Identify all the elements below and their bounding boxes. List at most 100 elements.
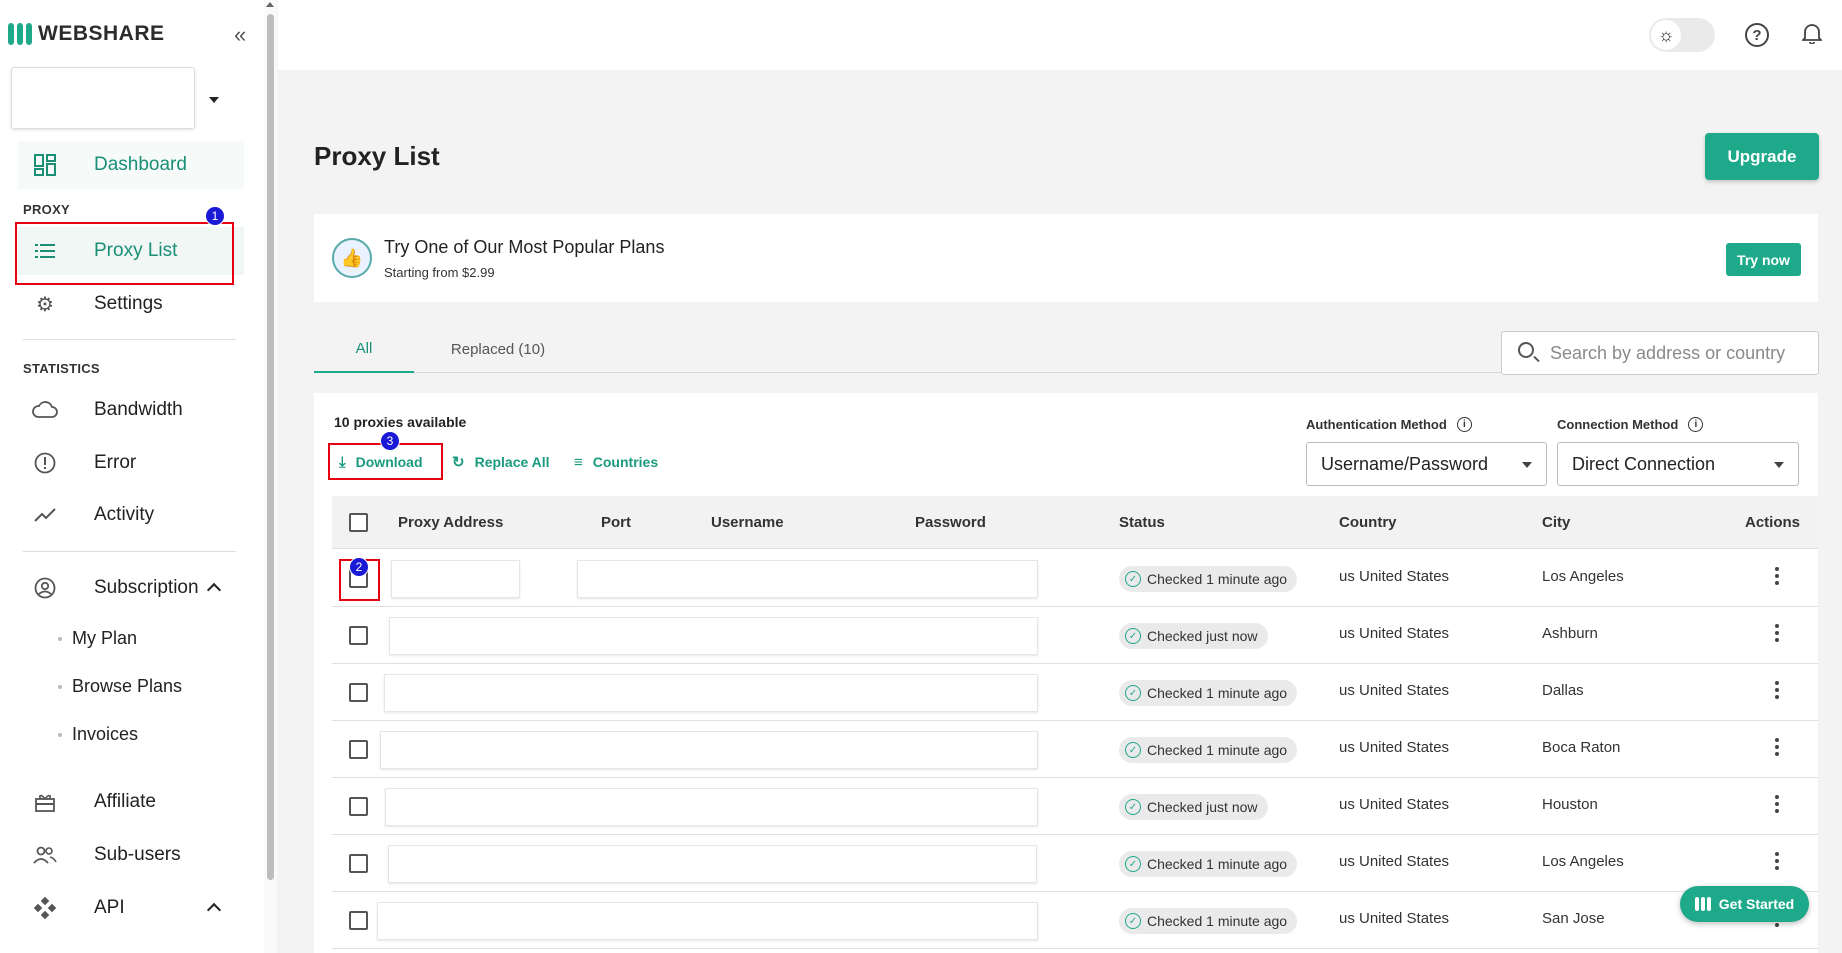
more-actions-icon[interactable] xyxy=(1774,681,1780,699)
row-checkbox[interactable] xyxy=(349,626,368,645)
dropdown-caret-icon xyxy=(1522,462,1532,468)
account-circle-icon xyxy=(32,575,58,601)
table-row[interactable]: ✓ Checked 1 minute ago us United States D… xyxy=(332,664,1818,721)
help-icon[interactable]: ? xyxy=(1745,23,1769,47)
sidebar-item-label: API xyxy=(94,897,125,918)
sidebar-scrollbar[interactable] xyxy=(264,0,277,953)
search-icon xyxy=(1518,342,1534,358)
sidebar-item-affiliate[interactable]: Affiliate xyxy=(18,778,244,826)
account-dropdown-caret-icon[interactable] xyxy=(209,97,219,103)
sidebar-item-error[interactable]: Error xyxy=(18,439,244,487)
sidebar-subitem-label: Browse Plans xyxy=(72,676,183,696)
row-checkbox[interactable] xyxy=(349,911,368,930)
sidebar-item-activity[interactable]: Activity xyxy=(18,491,244,539)
more-actions-icon[interactable] xyxy=(1774,795,1780,813)
check-circle-icon: ✓ xyxy=(1125,571,1141,587)
table-row[interactable]: ✓ Checked 1 minute ago us United States L… xyxy=(332,835,1818,892)
status-badge: ✓ Checked just now xyxy=(1119,794,1268,820)
table-row[interactable]: ✓ Checked 1 minute ago us United States S… xyxy=(332,892,1818,949)
scroll-up-arrow-icon[interactable] xyxy=(266,2,274,7)
replace-all-label: Replace All xyxy=(474,454,550,470)
sidebar-item-label: Sub-users xyxy=(94,844,181,865)
scrollbar-thumb[interactable] xyxy=(267,14,274,880)
check-circle-icon: ✓ xyxy=(1125,628,1141,644)
theme-toggle[interactable]: ☼ xyxy=(1649,18,1715,52)
column-header-port[interactable]: Port xyxy=(601,496,631,549)
check-circle-icon: ✓ xyxy=(1125,856,1141,872)
sidebar-item-label: Settings xyxy=(94,293,163,314)
sidebar-subitem-label: Invoices xyxy=(72,724,139,744)
account-selector[interactable] xyxy=(11,67,195,129)
annotation-badge-1: 1 xyxy=(205,206,225,226)
more-actions-icon[interactable] xyxy=(1774,852,1780,870)
connection-method-select[interactable]: Direct Connection xyxy=(1557,442,1799,486)
city-cell: Los Angeles xyxy=(1542,853,1624,870)
tab-replaced[interactable]: Replaced (10) xyxy=(414,325,582,373)
promo-title: Try One of Our Most Popular Plans xyxy=(384,237,665,257)
column-header-status[interactable]: Status xyxy=(1119,496,1165,549)
dashboard-icon xyxy=(32,152,58,178)
status-badge: ✓ Checked 1 minute ago xyxy=(1119,680,1298,706)
sidebar-subitem-invoices[interactable]: Invoices xyxy=(58,724,138,745)
promo-banner: 👍 Try One of Our Most Popular Plans Star… xyxy=(314,214,1818,302)
status-text: Checked 1 minute ago xyxy=(1147,742,1288,758)
replace-all-button[interactable]: ↻ Replace All xyxy=(452,449,550,475)
more-actions-icon[interactable] xyxy=(1774,624,1780,642)
upgrade-button[interactable]: Upgrade xyxy=(1705,133,1819,180)
row-checkbox[interactable] xyxy=(349,683,368,702)
table-row[interactable]: ✓ Checked 1 minute ago us United States L… xyxy=(332,550,1818,607)
search-input[interactable] xyxy=(1550,332,1810,374)
column-header-actions: Actions xyxy=(1745,514,1801,531)
column-header-city[interactable]: City xyxy=(1542,496,1570,549)
table-row[interactable]: ✓ Checked 1 minute ago us United States B… xyxy=(332,721,1818,778)
alert-circle-icon xyxy=(32,450,58,476)
column-header-password[interactable]: Password xyxy=(915,496,986,549)
more-actions-icon[interactable] xyxy=(1774,738,1780,756)
credentials-masked xyxy=(577,560,1038,598)
authentication-method-select[interactable]: Username/Password xyxy=(1306,442,1547,486)
sidebar-item-bandwidth[interactable]: Bandwidth xyxy=(18,386,244,434)
proxy-details-masked xyxy=(377,902,1038,940)
authentication-method-label: Authentication Method i xyxy=(1306,417,1472,432)
column-header-proxy-address[interactable]: Proxy Address xyxy=(398,496,503,549)
check-circle-icon: ✓ xyxy=(1125,913,1141,929)
info-icon[interactable]: i xyxy=(1456,417,1472,432)
sidebar-item-dashboard[interactable]: Dashboard xyxy=(18,141,244,189)
logo-mark-icon xyxy=(8,23,32,45)
get-started-button[interactable]: Get Started xyxy=(1680,886,1809,922)
sidebar-subitem-my-plan[interactable]: My Plan xyxy=(58,628,137,649)
status-badge: ✓ Checked 1 minute ago xyxy=(1119,737,1298,763)
try-now-button[interactable]: Try now xyxy=(1726,243,1801,276)
collapse-sidebar-icon[interactable]: « xyxy=(234,24,246,46)
status-text: Checked just now xyxy=(1147,628,1258,644)
column-header-username[interactable]: Username xyxy=(711,496,784,549)
search-box xyxy=(1501,331,1819,375)
sidebar-item-sub-users[interactable]: Sub-users xyxy=(18,831,244,879)
check-circle-icon: ✓ xyxy=(1125,799,1141,815)
promo-subtitle: Starting from $2.99 xyxy=(384,265,495,280)
more-actions-icon[interactable] xyxy=(1774,567,1780,585)
city-cell: San Jose xyxy=(1542,910,1605,927)
connection-method-label-text: Connection Method xyxy=(1557,417,1679,432)
thumbs-up-badge-icon: 👍 xyxy=(332,238,372,278)
table-row[interactable]: ✓ Checked just now us United States Houst… xyxy=(332,778,1818,835)
authentication-method-value: Username/Password xyxy=(1321,453,1489,474)
column-header-country[interactable]: Country xyxy=(1339,496,1397,549)
row-checkbox[interactable] xyxy=(349,854,368,873)
sidebar-item-label: Activity xyxy=(94,504,155,525)
sidebar-subitem-browse-plans[interactable]: Browse Plans xyxy=(58,676,182,697)
row-checkbox[interactable] xyxy=(349,740,368,759)
bell-icon[interactable] xyxy=(1800,22,1824,50)
row-checkbox[interactable] xyxy=(349,797,368,816)
users-icon xyxy=(32,842,58,868)
table-row[interactable]: ✓ Checked just now us United States Ashbu… xyxy=(332,607,1818,664)
section-label-statistics: STATISTICS xyxy=(23,361,100,376)
logo-text: WEBSHARE xyxy=(38,22,165,45)
select-all-checkbox[interactable] xyxy=(349,513,368,532)
sidebar-item-settings[interactable]: ⚙ Settings xyxy=(18,280,244,328)
city-cell: Boca Raton xyxy=(1542,739,1621,756)
countries-filter-button[interactable]: ≡ Countries xyxy=(574,449,658,475)
info-icon[interactable]: i xyxy=(1688,417,1704,432)
webshare-logo[interactable]: WEBSHARE xyxy=(8,22,165,46)
tab-all[interactable]: All xyxy=(314,325,414,373)
